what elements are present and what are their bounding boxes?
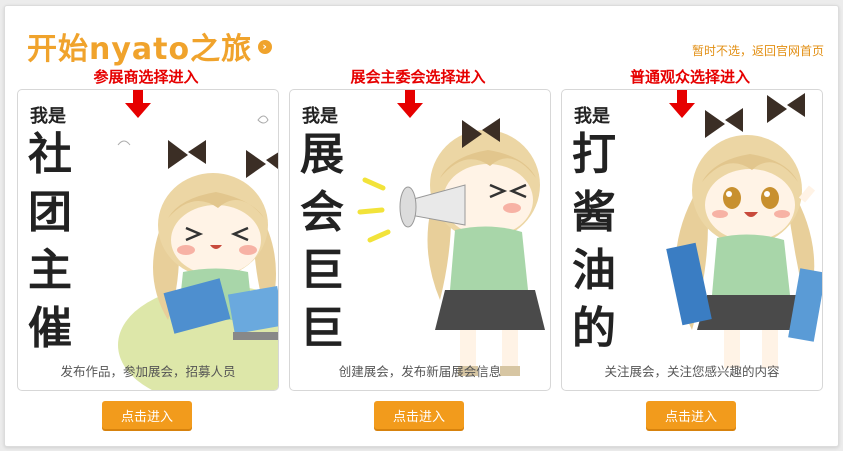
visitor-choice-label: 普通观众选择进入 bbox=[629, 68, 750, 86]
card-description: 创建展会，发布新届展会信息 bbox=[338, 364, 502, 379]
visitor-card[interactable]: 我是 打 酱 油 的 关注展会，关注您感兴趣的内容 bbox=[561, 89, 823, 391]
page-title-text: 开始nyato之旅 bbox=[27, 32, 253, 67]
organizer-choice-label: 展会主委会选择进入 bbox=[350, 68, 486, 86]
exhibitor-choice-label: 参展商选择进入 bbox=[93, 68, 199, 86]
red-down-arrow-icon bbox=[397, 90, 423, 118]
card-description: 关注展会，关注您感兴趣的内容 bbox=[604, 364, 780, 379]
exhibitor-enter-button[interactable]: 点击进入 bbox=[102, 401, 192, 429]
skip-return-home-link[interactable]: 暂时不选，返回官网首页 bbox=[692, 42, 824, 59]
card-iam-label: 我是 bbox=[30, 106, 66, 127]
role-select-panel: 开始nyato之旅 › 暂时不选，返回官网首页 参展商选择进入 展会主委会选择进入… bbox=[4, 5, 839, 447]
role-char: 展 bbox=[300, 129, 344, 180]
role-char: 催 bbox=[28, 303, 72, 354]
red-down-arrow-icon bbox=[669, 90, 695, 118]
card-role-title: 社 团 主 催 bbox=[28, 126, 80, 358]
visitor-enter-button[interactable]: 点击进入 bbox=[646, 401, 736, 429]
page-title: 开始nyato之旅 › bbox=[27, 30, 273, 70]
card-role-title: 打 酱 油 的 bbox=[572, 126, 624, 358]
role-char: 团 bbox=[28, 187, 72, 238]
role-char: 打 bbox=[572, 129, 616, 180]
role-char: 会 bbox=[300, 187, 344, 238]
card-iam-label: 我是 bbox=[302, 106, 338, 127]
card-description: 发布作品，参加展会，招募人员 bbox=[60, 364, 236, 379]
exhibitor-card[interactable]: 我是 社 团 主 催 发布作品，参加展会，招募人员 bbox=[17, 89, 279, 391]
card-iam-label: 我是 bbox=[574, 106, 610, 127]
chevron-right-icon: › bbox=[258, 39, 273, 54]
organizer-card[interactable]: 我是 展 会 巨 巨 创建展会，发布新届展会信息 bbox=[289, 89, 551, 391]
role-char: 的 bbox=[572, 303, 616, 354]
role-char: 巨 bbox=[300, 245, 344, 296]
role-char: 巨 bbox=[300, 303, 344, 354]
role-char: 主 bbox=[28, 245, 72, 296]
role-char: 油 bbox=[572, 245, 616, 296]
red-down-arrow-icon bbox=[125, 90, 151, 118]
role-char: 酱 bbox=[572, 187, 616, 238]
organizer-enter-button[interactable]: 点击进入 bbox=[374, 401, 464, 429]
card-role-title: 展 会 巨 巨 bbox=[300, 126, 352, 358]
role-char: 社 bbox=[28, 129, 72, 180]
